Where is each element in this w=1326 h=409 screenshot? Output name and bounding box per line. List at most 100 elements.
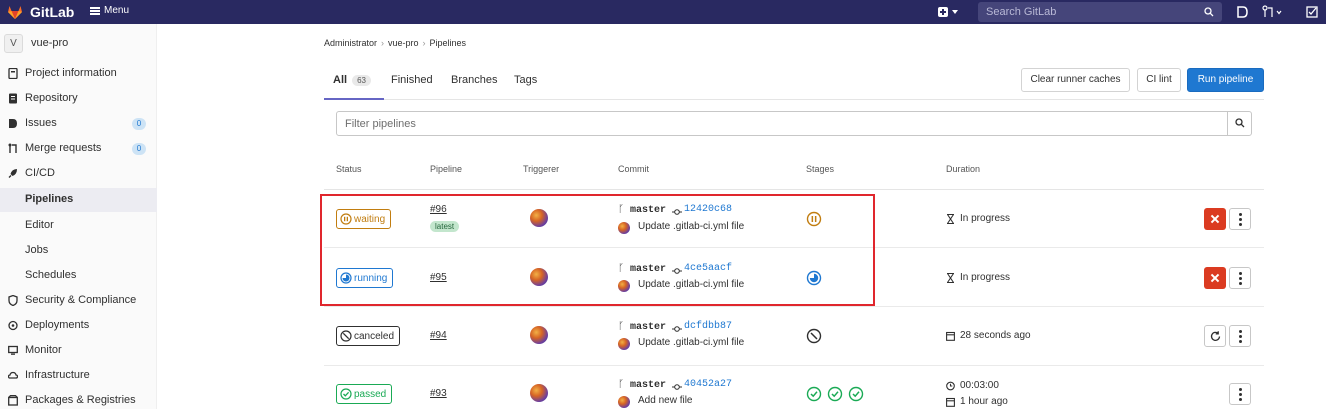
stage-canceled-icon[interactable] [806, 328, 822, 344]
stage-passed-icon[interactable] [848, 386, 864, 402]
more-actions-button[interactable] [1229, 383, 1251, 405]
triggerer-avatar[interactable] [530, 384, 548, 402]
status-badge-canceled[interactable]: canceled [336, 326, 401, 346]
commit-sha-link[interactable]: 40452a27 [684, 379, 732, 390]
top-navbar: GitLab Menu Search GitLab [0, 0, 1326, 24]
breadcrumb-item[interactable]: vue-pro [388, 38, 419, 48]
kebab-icon [1239, 330, 1242, 343]
project-header[interactable]: V vue-pro [0, 32, 157, 56]
breadcrumb-separator: › [422, 38, 426, 48]
sidebar-subitem-jobs[interactable]: Jobs [0, 239, 157, 263]
brand-name[interactable]: GitLab [30, 4, 74, 20]
merge-request-icon[interactable] [1262, 5, 1282, 19]
hourglass-icon [947, 272, 954, 283]
annotation-highlight-box [320, 194, 875, 306]
run-pipeline-button[interactable]: Run pipeline [1187, 68, 1264, 92]
column-header-pipeline: Pipeline [430, 164, 463, 174]
kebab-icon [1239, 272, 1242, 285]
search-input[interactable]: Search GitLab [978, 2, 1222, 22]
sidebar-item-merge-requests[interactable]: Merge requests 0 [0, 137, 157, 161]
sidebar-subitem-label: Schedules [25, 269, 77, 281]
status-badge-passed[interactable]: passed [336, 384, 393, 404]
search-icon [1204, 7, 1214, 17]
row-divider [324, 306, 1264, 307]
sidebar-subitem-label: Jobs [25, 244, 49, 256]
search-placeholder: Search GitLab [986, 6, 1057, 18]
retry-pipeline-button[interactable] [1204, 325, 1226, 347]
sidebar-subitem-editor[interactable]: Editor [0, 214, 157, 238]
ci-lint-button[interactable]: CI lint [1137, 68, 1181, 92]
stage-passed-icon[interactable] [806, 386, 822, 402]
more-actions-button[interactable] [1229, 325, 1251, 347]
stage-passed-icon[interactable] [827, 386, 843, 402]
sidebar-item-label: Packages & Registries [25, 394, 136, 406]
triggerer-avatar[interactable] [530, 326, 548, 344]
filter-pipelines-input[interactable]: Filter pipelines [336, 111, 1252, 136]
branch-name[interactable]: master [630, 380, 666, 391]
commit-sha-link[interactable]: dcfdbb87 [684, 321, 732, 332]
search-icon [1235, 118, 1245, 128]
commit-author-avatar[interactable] [618, 338, 630, 350]
retry-icon [1210, 331, 1221, 341]
breadcrumb-separator: › [381, 38, 385, 48]
sidebar-subitem-pipelines[interactable]: Pipelines [0, 188, 157, 212]
filter-search-button[interactable] [1227, 112, 1251, 135]
more-actions-button[interactable] [1229, 267, 1251, 289]
project-sidebar: V vue-pro Project information Repository… [0, 24, 157, 409]
commit-message[interactable]: Add new file [638, 395, 692, 406]
new-dropdown-button[interactable] [938, 5, 966, 19]
tab-branches[interactable]: Branches [451, 74, 497, 86]
cloud-icon [8, 371, 18, 379]
tab-finished[interactable]: Finished [391, 74, 433, 86]
branch-name[interactable]: master [630, 322, 666, 333]
duration-text: In progress [960, 213, 1011, 224]
commit-author-avatar[interactable] [618, 396, 630, 408]
sidebar-subitem-label: Pipelines [25, 193, 74, 205]
sidebar-item-issues[interactable]: Issues 0 [0, 112, 157, 136]
cancel-pipeline-button[interactable] [1204, 267, 1226, 289]
hamburger-icon [90, 6, 100, 15]
sidebar-item-label: Merge requests [25, 142, 102, 154]
duration: In progress [946, 272, 1010, 283]
finished-time: 1 hour ago [946, 396, 1008, 407]
clear-runner-caches-button[interactable]: Clear runner caches [1021, 68, 1130, 92]
commit-message[interactable]: Update .gitlab-ci.yml file [638, 337, 744, 348]
pipeline-id-link[interactable]: #94 [430, 330, 447, 341]
column-header-duration: Duration [946, 164, 981, 174]
sidebar-item-project-information[interactable]: Project information [0, 62, 157, 86]
tab-all[interactable]: All 63 [333, 74, 371, 86]
commit-icon [672, 326, 682, 332]
project-name: vue-pro [31, 37, 69, 49]
sidebar-subitem-schedules[interactable]: Schedules [0, 264, 157, 288]
gitlab-logo-icon[interactable] [6, 3, 24, 21]
row-divider [324, 365, 1264, 366]
menu-button[interactable]: Menu [90, 5, 129, 16]
duration-text: 00:03:00 [960, 380, 999, 391]
sidebar-item-label: Repository [25, 92, 78, 104]
duration: 00:03:00 [946, 380, 999, 391]
sidebar-item-label: Project information [25, 67, 117, 79]
sidebar-item-label: CI/CD [25, 167, 55, 179]
merge-requests-count-badge: 0 [132, 143, 146, 155]
sidebar-item-packages-registries[interactable]: Packages & Registries [0, 389, 157, 409]
issues-icon[interactable] [1235, 5, 1249, 19]
sidebar-item-security-compliance[interactable]: Security & Compliance [0, 289, 157, 313]
breadcrumb: Administrator › vue-pro › Pipelines [324, 38, 466, 48]
deployments-icon [8, 320, 18, 331]
status-label: passed [354, 388, 387, 400]
sidebar-item-monitor[interactable]: Monitor [0, 339, 157, 363]
breadcrumb-item[interactable]: Administrator [324, 38, 377, 48]
sidebar-item-infrastructure[interactable]: Infrastructure [0, 364, 157, 388]
sidebar-item-deployments[interactable]: Deployments [0, 314, 157, 338]
todo-icon[interactable] [1305, 5, 1319, 19]
sidebar-item-cicd[interactable]: CI/CD [0, 162, 157, 186]
active-tab-underline [324, 98, 384, 100]
tab-label: All [333, 74, 348, 86]
pipeline-id-link[interactable]: #93 [430, 388, 447, 399]
sidebar-item-repository[interactable]: Repository [0, 87, 157, 111]
tab-tags[interactable]: Tags [514, 74, 537, 86]
column-header-status: Status [336, 164, 362, 174]
cancel-pipeline-button[interactable] [1204, 208, 1226, 230]
breadcrumb-item[interactable]: Pipelines [430, 38, 467, 48]
more-actions-button[interactable] [1229, 208, 1251, 230]
